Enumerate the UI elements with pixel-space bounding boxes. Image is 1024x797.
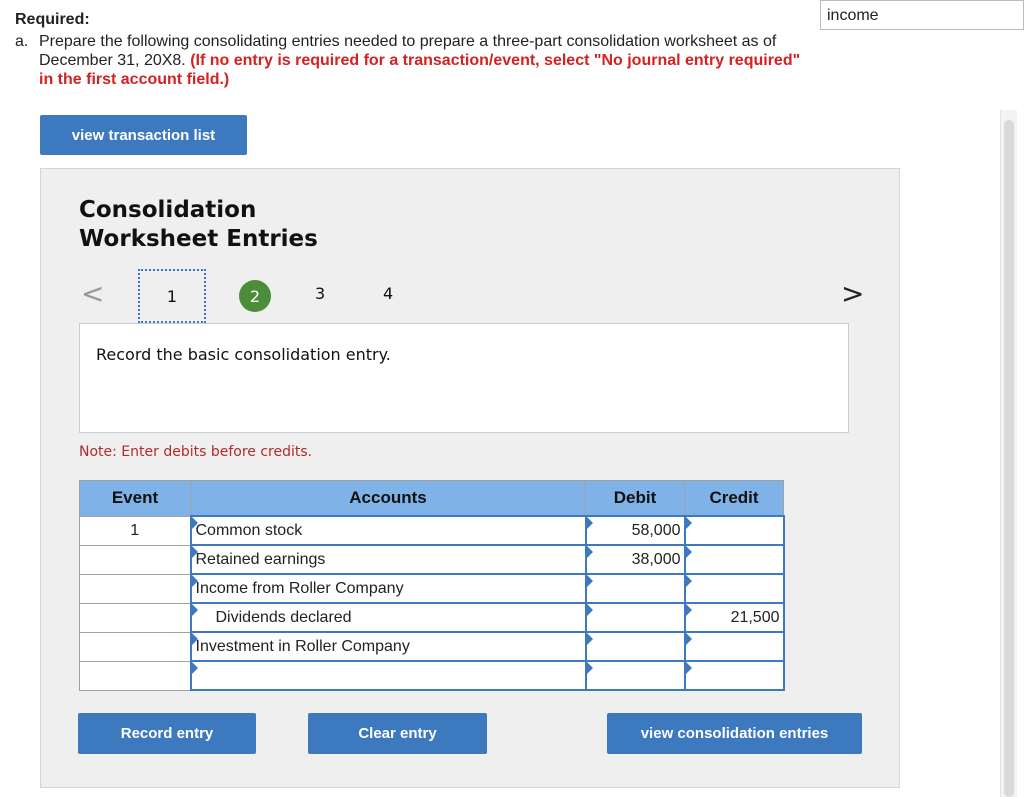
next-arrow-icon[interactable]: > (841, 277, 864, 310)
account-select[interactable]: Retained earnings (189, 544, 587, 575)
input-marker-icon (685, 633, 692, 645)
step-3[interactable]: 3 (315, 284, 325, 303)
account-value: Retained earnings (195, 550, 326, 568)
debit-input[interactable]: 38,000 (584, 544, 686, 575)
clear-entry-button[interactable]: Clear entry (308, 713, 487, 754)
input-marker-icon (685, 517, 692, 529)
credit-input[interactable] (683, 660, 785, 691)
scrollbar[interactable] (1000, 110, 1017, 797)
event-cell (79, 631, 191, 662)
dropdown-marker-icon (191, 662, 198, 674)
debit-value: 58,000 (631, 521, 681, 539)
debit-input[interactable] (584, 631, 686, 662)
account-select[interactable] (189, 660, 587, 691)
credit-input[interactable] (683, 631, 785, 662)
consolidation-panel: Consolidation Worksheet Entries < 1 2 3 … (40, 168, 900, 788)
account-value: Dividends declared (215, 608, 352, 626)
event-cell (79, 573, 191, 604)
panel-title-line1: Consolidation (79, 197, 257, 223)
credit-input[interactable] (683, 544, 785, 575)
account-value: Investment in Roller Company (195, 637, 410, 655)
dropdown-marker-icon (191, 517, 198, 529)
input-marker-icon (685, 546, 692, 558)
account-select[interactable]: Common stock (189, 515, 587, 546)
step-1[interactable]: 1 (138, 269, 206, 323)
input-marker-icon (586, 604, 593, 616)
header-credit: Credit (684, 480, 784, 517)
journal-entry-table: Event Accounts Debit Credit 1 Common sto… (79, 480, 785, 691)
record-prompt-box: Record the basic consolidation entry. (79, 323, 849, 433)
input-marker-icon (586, 662, 593, 674)
panel-title-line2: Worksheet Entries (79, 226, 318, 252)
account-value: Income from Roller Company (195, 579, 404, 597)
input-marker-icon (685, 575, 692, 587)
input-marker-icon (586, 517, 593, 529)
credit-input[interactable] (683, 573, 785, 604)
account-select[interactable]: Income from Roller Company (189, 573, 587, 604)
step-4[interactable]: 4 (383, 284, 393, 303)
credit-input[interactable]: 21,500 (683, 602, 785, 633)
input-marker-icon (685, 662, 692, 674)
scroll-thumb[interactable] (1004, 120, 1014, 797)
account-select[interactable]: Investment in Roller Company (189, 631, 587, 662)
table-row: Dividends declared 21,500 (79, 602, 785, 633)
prev-arrow-icon[interactable]: < (81, 277, 104, 310)
account-value: Common stock (195, 521, 303, 539)
table-row: Retained earnings 38,000 (79, 544, 785, 575)
header-accounts: Accounts (190, 480, 586, 517)
item-number: a. (15, 33, 29, 50)
input-marker-icon (586, 575, 593, 587)
dropdown-marker-icon (191, 575, 198, 587)
instruction-line1: Prepare the following consolidating entr… (39, 33, 777, 50)
required-label: Required: (15, 11, 90, 28)
debit-input[interactable] (584, 660, 686, 691)
table-row: Income from Roller Company (79, 573, 785, 604)
input-marker-icon (586, 633, 593, 645)
event-cell (79, 602, 191, 633)
table-row: 1 Common stock 58,000 (79, 515, 785, 546)
step-2-active[interactable]: 2 (239, 280, 271, 312)
debit-input[interactable] (584, 573, 686, 604)
debit-input[interactable] (584, 602, 686, 633)
debit-input[interactable]: 58,000 (584, 515, 686, 546)
dropdown-marker-icon (191, 633, 198, 645)
header-debit: Debit (585, 480, 685, 517)
event-cell (79, 544, 191, 575)
note-text: Note: Enter debits before credits. (79, 444, 313, 460)
record-entry-button[interactable]: Record entry (78, 713, 256, 754)
account-select[interactable]: Dividends declared (189, 602, 587, 633)
dropdown-marker-icon (191, 604, 198, 616)
view-transaction-list-button[interactable]: view transaction list (40, 115, 247, 155)
panel-title: Consolidation Worksheet Entries (79, 196, 318, 254)
input-marker-icon (685, 604, 692, 616)
event-cell: 1 (79, 515, 191, 546)
table-row: Investment in Roller Company (79, 631, 785, 662)
record-prompt: Record the basic consolidation entry. (96, 345, 391, 364)
income-field[interactable]: income (820, 0, 1024, 30)
table-row (79, 660, 785, 691)
debit-value: 38,000 (631, 550, 681, 568)
credit-value: 21,500 (730, 608, 780, 626)
instructions: a. Prepare the following consolidating en… (15, 32, 818, 89)
credit-input[interactable] (683, 515, 785, 546)
dropdown-marker-icon (191, 546, 198, 558)
instruction-line2: December 31, 20X8. (39, 52, 186, 69)
event-cell (79, 660, 191, 691)
view-consolidation-entries-button[interactable]: view consolidation entries (607, 713, 862, 754)
header-event: Event (79, 480, 191, 517)
input-marker-icon (586, 546, 593, 558)
